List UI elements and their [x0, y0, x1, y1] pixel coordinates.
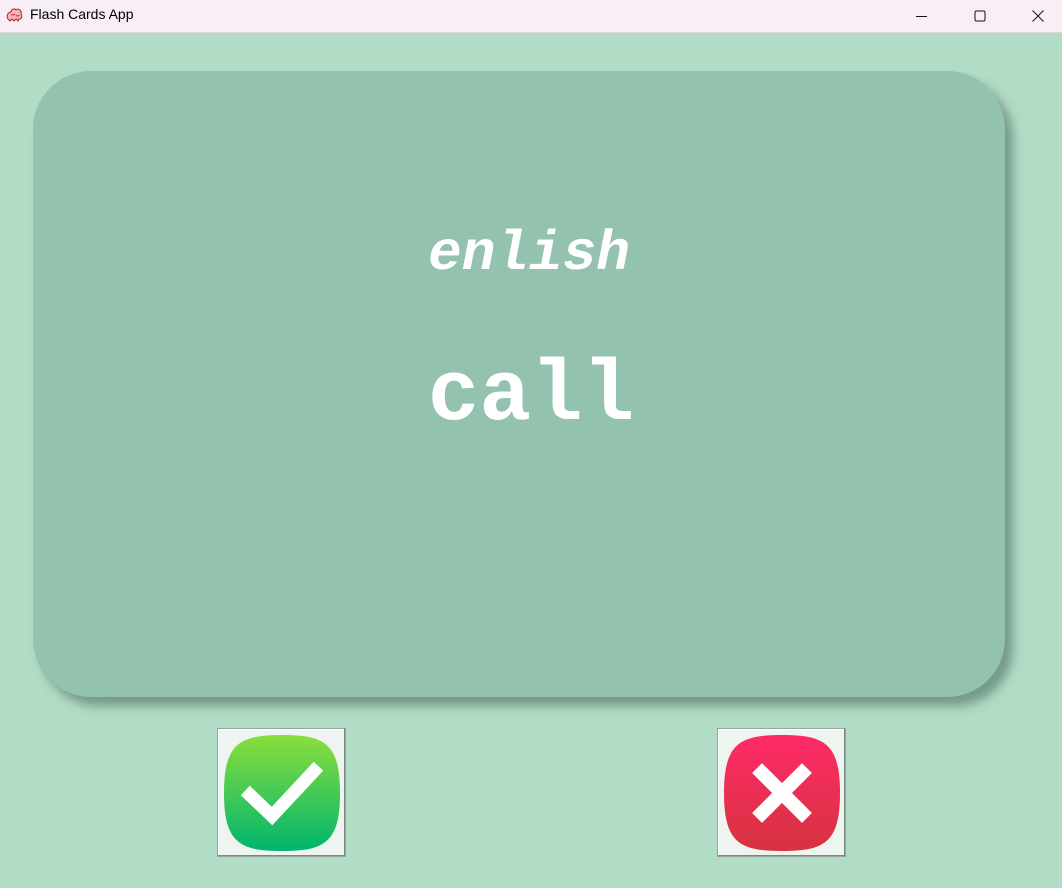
card-language-label: enlish	[428, 222, 630, 286]
cross-icon	[724, 735, 840, 851]
unknown-button[interactable]	[717, 728, 846, 857]
known-button[interactable]	[217, 728, 346, 857]
checkmark-icon	[224, 735, 340, 851]
minimize-icon	[916, 16, 927, 17]
close-icon	[1032, 10, 1044, 22]
window-title: Flash Cards App	[30, 6, 134, 22]
brain-icon	[6, 7, 23, 24]
close-button[interactable]	[1015, 0, 1061, 32]
title-bar[interactable]: Flash Cards App	[0, 0, 1062, 33]
app-window: Flash Cards App enlish call	[0, 0, 1062, 888]
card-word: call	[427, 347, 635, 445]
maximize-button[interactable]	[957, 0, 1003, 32]
minimize-button[interactable]	[899, 0, 945, 32]
maximize-icon	[974, 10, 986, 22]
